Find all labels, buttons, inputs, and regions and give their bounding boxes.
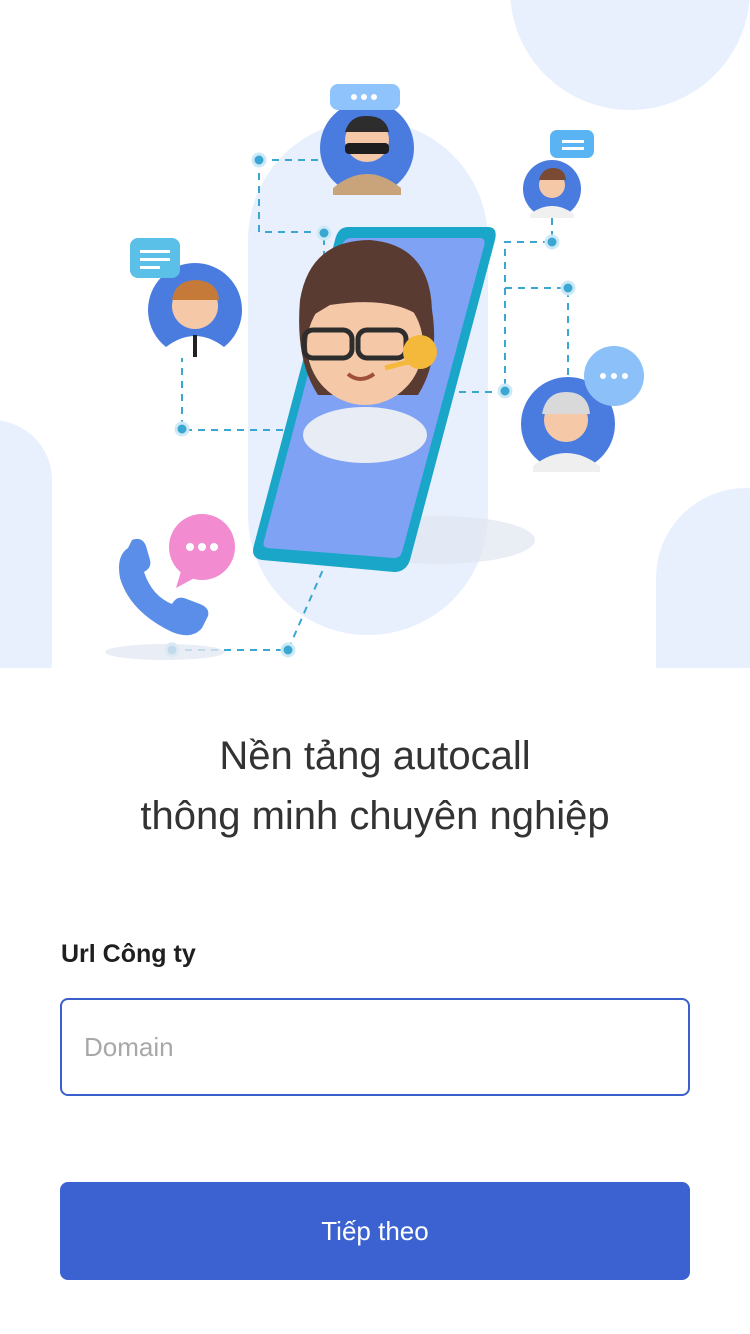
tagline-line-2: thông minh chuyên nghiệp <box>140 794 610 838</box>
avatar-left <box>130 238 242 358</box>
hero-illustration-art <box>0 0 750 668</box>
tagline-line-1: Nền tảng autocall <box>219 734 531 778</box>
bg-circle-top-right <box>510 0 750 110</box>
domain-input[interactable] <box>60 998 690 1096</box>
next-button[interactable]: Tiếp theo <box>60 1182 690 1280</box>
bg-shape-right <box>656 488 750 668</box>
avatar-right <box>521 346 644 472</box>
hero-illustration <box>0 0 750 668</box>
avatar-top-right <box>523 130 594 218</box>
bg-shape-left <box>0 420 52 668</box>
tagline: Nền tảng autocall thông minh chuyên nghi… <box>0 726 750 846</box>
avatar-top-center <box>320 84 414 195</box>
company-url-label: Url Công ty <box>61 940 196 968</box>
phone-call-icon <box>105 514 235 660</box>
